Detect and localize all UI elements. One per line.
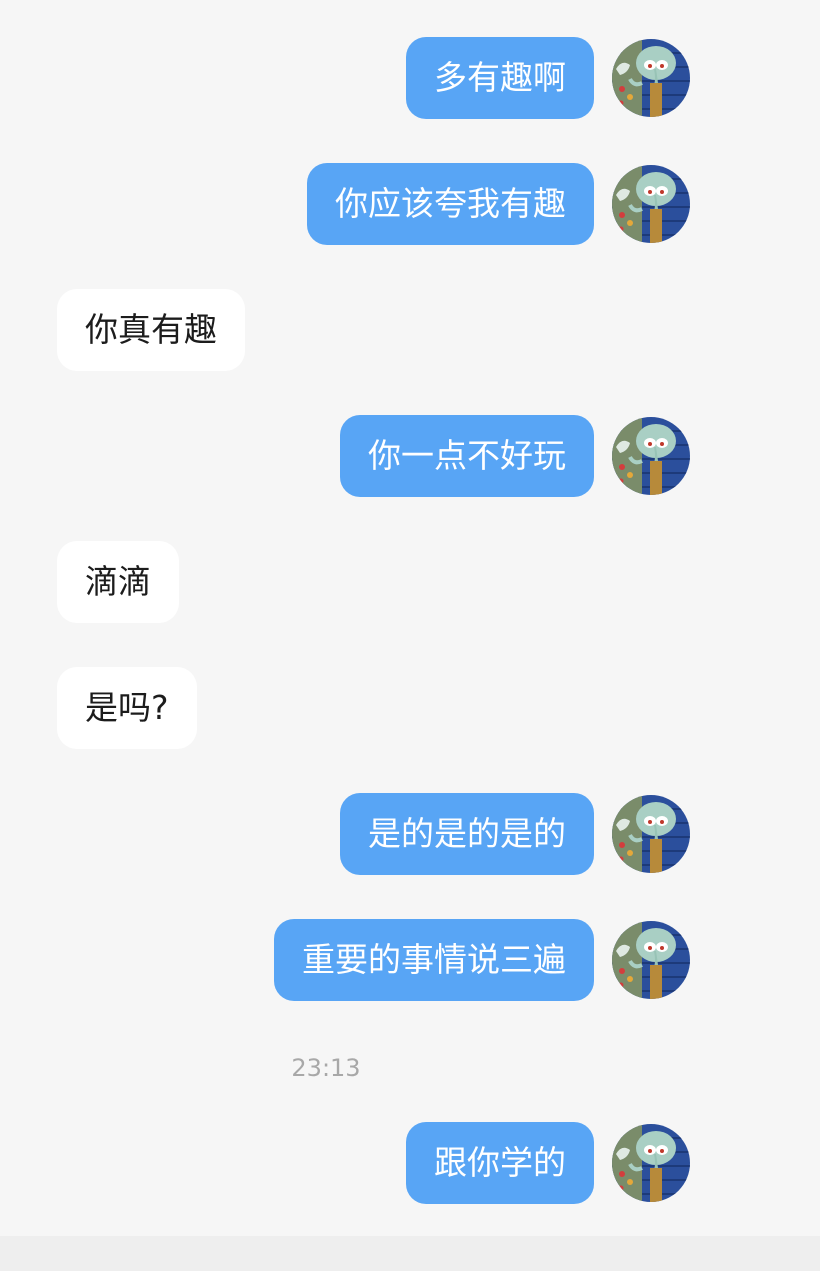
message-row: 跟你学的 [0, 1122, 820, 1204]
message-row: 你真有趣 [0, 289, 820, 371]
outgoing-message-bubble[interactable]: 你应该夸我有趣 [307, 163, 594, 245]
outgoing-message-bubble[interactable]: 你一点不好玩 [340, 415, 594, 497]
outgoing-message-bubble[interactable]: 跟你学的 [406, 1122, 594, 1204]
avatar[interactable] [612, 795, 690, 873]
message-row: 多有趣啊 [0, 37, 820, 119]
message-timestamp: 23:13 [291, 1054, 361, 1082]
incoming-message-bubble[interactable]: 滴滴 [57, 541, 179, 623]
chat-area[interactable]: 多有趣啊 你应该夸我有趣 你真有趣 你一点不好玩 滴滴 是吗? 是的是的是的 重… [0, 0, 820, 1236]
squidward-avatar-icon [612, 39, 690, 117]
avatar[interactable] [612, 417, 690, 495]
avatar[interactable] [612, 921, 690, 999]
avatar[interactable] [612, 165, 690, 243]
outgoing-message-bubble[interactable]: 重要的事情说三遍 [274, 919, 594, 1001]
squidward-avatar-icon [612, 165, 690, 243]
message-row: 是的是的是的 [0, 793, 820, 875]
message-row: 重要的事情说三遍 [0, 919, 820, 1001]
outgoing-message-bubble[interactable]: 是的是的是的 [340, 793, 594, 875]
message-row: 你一点不好玩 [0, 415, 820, 497]
incoming-message-bubble[interactable]: 是吗? [57, 667, 197, 749]
avatar[interactable] [612, 39, 690, 117]
avatar[interactable] [612, 1124, 690, 1202]
input-bar[interactable] [0, 1236, 820, 1271]
message-row: 滴滴 [0, 541, 820, 623]
incoming-message-bubble[interactable]: 你真有趣 [57, 289, 245, 371]
message-row: 你应该夸我有趣 [0, 163, 820, 245]
squidward-avatar-icon [612, 921, 690, 999]
squidward-avatar-icon [612, 1124, 690, 1202]
squidward-avatar-icon [612, 417, 690, 495]
squidward-avatar-icon [612, 795, 690, 873]
message-row: 是吗? [0, 667, 820, 749]
outgoing-message-bubble[interactable]: 多有趣啊 [406, 37, 594, 119]
